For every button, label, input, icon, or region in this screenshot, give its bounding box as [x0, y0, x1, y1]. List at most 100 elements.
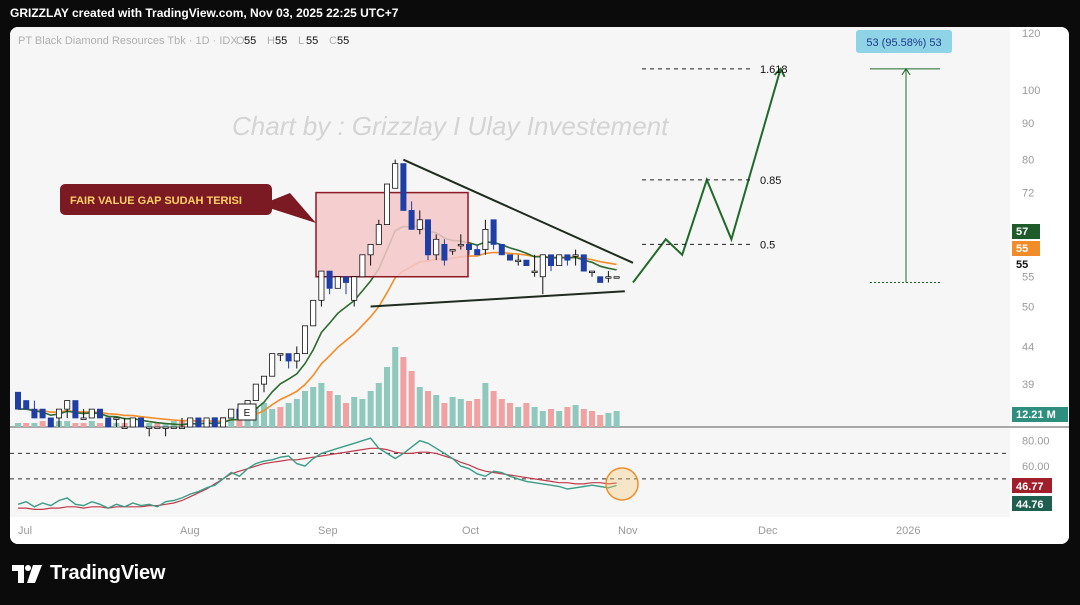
tradingview-logo[interactable]: TradingView [12, 562, 165, 585]
candle-body [531, 270, 538, 274]
volume-bar [449, 397, 456, 427]
candle-body [97, 408, 104, 419]
candle-body [137, 417, 144, 428]
legend-ohlc-value: 55 [306, 35, 318, 47]
candle-body [252, 383, 259, 401]
y-tick-label: 72 [1022, 188, 1034, 200]
candle-body [457, 243, 464, 247]
last-price-label: 55 [1016, 259, 1028, 271]
candle-body [548, 254, 555, 266]
volume-bar [466, 401, 472, 427]
candle-body [351, 276, 358, 301]
fair-value-gap-box [315, 191, 469, 278]
volume-bar [564, 407, 571, 427]
volume-bar [531, 407, 538, 427]
candle-body [539, 254, 546, 278]
volume-bar [482, 383, 489, 427]
candle-body [178, 426, 185, 429]
volume-bar [498, 399, 505, 427]
candle-body [88, 408, 95, 419]
volume-bar [261, 403, 267, 427]
x-tick-label: Oct [462, 525, 479, 537]
legend-ohlc-value: 55 [275, 35, 287, 47]
legend-ohlc-key: C [329, 35, 337, 47]
y-tick-label: 80 [1022, 155, 1034, 167]
volume-bar [23, 423, 30, 427]
candle-body [564, 254, 571, 261]
candle-body [506, 254, 513, 261]
legend-ohlc-value: 55 [244, 35, 256, 47]
y-tick-label: 50 [1022, 302, 1034, 314]
callout-text: FAIR VALUE GAP SUDAH TERISI [70, 195, 242, 207]
candle-body [39, 408, 46, 419]
measure-label: 53 (95.58%) 53 [866, 37, 941, 49]
volume-bar [80, 423, 87, 427]
candle-body [64, 400, 71, 410]
x-tick-label: 2026 [896, 525, 920, 537]
candle-body [129, 417, 136, 428]
candle-body [72, 400, 79, 419]
y-tick-label: 39 [1022, 379, 1034, 391]
candle-body [113, 417, 120, 420]
fib-level-label: 0.85 [760, 175, 781, 187]
volume-price-label: 12.21 M [1016, 409, 1056, 421]
rsi-ma-price-label: 46.77 [1016, 481, 1044, 493]
x-tick-label: Jul [18, 525, 32, 537]
candle-body [121, 426, 128, 429]
candle-body [47, 417, 54, 428]
candle-body [228, 408, 235, 419]
volume-bar [433, 395, 440, 427]
legend-ohlc-key: L [298, 35, 304, 47]
volume-bar [334, 395, 341, 427]
volume-bar [515, 407, 522, 427]
candle-body [154, 426, 161, 429]
candle-body [433, 238, 440, 256]
volume-bar [15, 423, 21, 427]
volume-bar [507, 403, 513, 427]
candle-body [523, 259, 530, 266]
candle-body [15, 391, 21, 410]
tradingview-logo-icon [12, 564, 42, 583]
volume-bar [343, 403, 349, 427]
x-tick-label: Nov [618, 525, 638, 537]
candle-body [605, 276, 612, 279]
chart-frame: 353944505564728090100120Chart by : Grizz… [10, 27, 1069, 544]
volume-bar [351, 397, 358, 427]
candle-body [162, 426, 169, 429]
fib-level-label: 1.618 [760, 64, 788, 76]
price-chart[interactable]: 353944505564728090100120Chart by : Grizz… [10, 27, 1069, 544]
candle-body [80, 417, 87, 420]
volume-bar [523, 403, 530, 427]
volume-bar [302, 391, 308, 427]
legend-ohlc-value: 55 [337, 35, 349, 47]
candle-body [613, 276, 620, 279]
y-tick-label: 100 [1022, 85, 1040, 97]
candle-body [195, 417, 202, 428]
fib-level-label: 0.5 [760, 239, 775, 251]
volume-bar [88, 421, 95, 427]
volume-bar [539, 411, 546, 427]
volume-bar [146, 423, 153, 427]
volume-bar [39, 421, 46, 427]
x-tick-label: Sep [318, 525, 338, 537]
legend-symbol: PT Black Diamond Resources Tbk · 1D · ID… [18, 35, 238, 47]
ema-slow-price-label: 55 [1016, 243, 1028, 255]
candle-body [219, 417, 226, 428]
volume-bar [310, 387, 317, 427]
main-pane [10, 27, 1010, 427]
volume-bar [613, 411, 620, 427]
candle-body [589, 270, 596, 274]
earnings-marker-label: E [244, 408, 251, 419]
volume-bar [269, 409, 276, 427]
x-tick-label: Dec [758, 525, 778, 537]
candle-body [597, 276, 604, 283]
volume-bar [293, 399, 300, 427]
volume-bar [408, 371, 415, 427]
candle-body [580, 254, 587, 272]
watermark-text: Chart by : Grizzlay I Ulay Investement [232, 111, 670, 141]
candle-body [342, 276, 349, 283]
candle-body [416, 219, 423, 230]
volume-bar [318, 383, 325, 427]
candle-body [211, 417, 218, 428]
candle-body [367, 243, 374, 256]
